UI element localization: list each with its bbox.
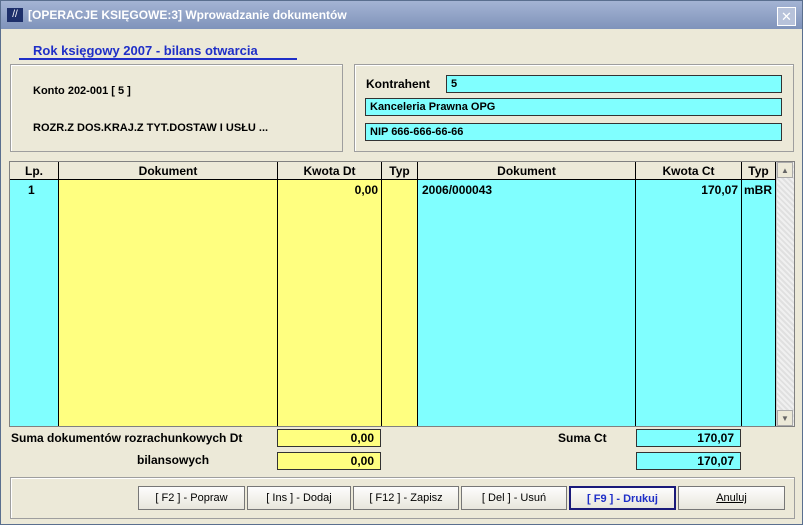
sum-dt-label: Suma dokumentów rozrachunkowych Dt — [11, 431, 243, 445]
drukuj-button[interactable]: [ F9 ] - Drukuj — [569, 486, 676, 510]
col-dokument-dt — [59, 162, 278, 426]
documents-table[interactable]: Lp. Dokument Kwota Dt Typ Dokument Kwota… — [9, 161, 795, 427]
year-title-underline — [19, 58, 297, 60]
usun-button[interactable]: [ Del ] - Usuń — [461, 486, 567, 510]
col-typ-ct — [742, 162, 776, 426]
header-lp[interactable]: Lp. — [10, 162, 59, 180]
col-kwota-dt — [278, 162, 382, 426]
col-dokument-ct — [418, 162, 636, 426]
main-window: // [OPERACJE KSIĘGOWE:3] Wprowadzanie do… — [0, 0, 803, 525]
sum-ct-field: 170,07 — [636, 429, 741, 447]
kontrahent-nip-field[interactable]: NIP 666-666-66-66 — [365, 123, 782, 141]
window-title: [OPERACJE KSIĘGOWE:3] Wprowadzanie dokum… — [28, 8, 347, 22]
col-typ-dt — [382, 162, 418, 426]
sum-bilansowych-label: bilansowych — [137, 453, 210, 467]
kontrahent-name-field[interactable]: Kanceleria Prawna OPG — [365, 98, 782, 116]
header-dokument-ct[interactable]: Dokument — [418, 162, 636, 180]
kontrahent-id-field[interactable]: 5 — [446, 75, 782, 93]
header-kwota-ct[interactable]: Kwota Ct — [636, 162, 742, 180]
sum-bilansowych-dt-field: 0,00 — [277, 452, 381, 470]
konto-panel: Konto 202-001 [ 5 ] ROZR.Z DOS.KRAJ.Z TY… — [10, 64, 343, 152]
konto-description: ROZR.Z DOS.KRAJ.Z TYT.DOSTAW I USŁU ... — [33, 122, 269, 134]
zapisz-button[interactable]: [ F12 ] - Zapisz — [353, 486, 459, 510]
anuluj-button[interactable]: Anuluj — [678, 486, 785, 510]
sum-ct-label: Suma Ct — [558, 431, 607, 445]
konto-label: Konto 202-001 [ 5 ] — [33, 85, 131, 97]
title-bar[interactable]: // [OPERACJE KSIĘGOWE:3] Wprowadzanie do… — [1, 1, 802, 29]
row1-lp[interactable]: 1 — [28, 183, 35, 197]
sum-bilansowych-ct-field: 170,07 — [636, 452, 741, 470]
header-typ-dt[interactable]: Typ — [382, 162, 418, 180]
header-typ-ct[interactable]: Typ — [742, 162, 776, 180]
row1-typ-ct[interactable]: mBR — [744, 183, 772, 197]
dodaj-button[interactable]: [ Ins ] - Dodaj — [247, 486, 351, 510]
app-icon: // — [7, 8, 23, 22]
year-title: Rok księgowy 2007 - bilans otwarcia — [33, 43, 258, 58]
close-button[interactable]: ✕ — [777, 7, 796, 26]
kontrahent-label: Kontrahent — [366, 77, 430, 91]
sum-dt-field: 0,00 — [277, 429, 381, 447]
row1-dokument-ct[interactable]: 2006/000043 — [422, 183, 492, 197]
scroll-down-icon[interactable]: ▼ — [777, 410, 793, 426]
row1-kwota-ct[interactable]: 170,07 — [636, 183, 738, 197]
table-scrollbar[interactable]: ▲ ▼ — [776, 162, 794, 426]
col-lp — [10, 162, 59, 426]
header-dokument-dt[interactable]: Dokument — [59, 162, 278, 180]
row1-kwota-dt[interactable]: 0,00 — [278, 183, 378, 197]
scroll-up-icon[interactable]: ▲ — [777, 162, 793, 178]
kontrahent-panel: Kontrahent 5 Kanceleria Prawna OPG NIP 6… — [354, 64, 794, 152]
header-kwota-dt[interactable]: Kwota Dt — [278, 162, 382, 180]
col-kwota-ct — [636, 162, 742, 426]
popraw-button[interactable]: [ F2 ] - Popraw — [138, 486, 245, 510]
